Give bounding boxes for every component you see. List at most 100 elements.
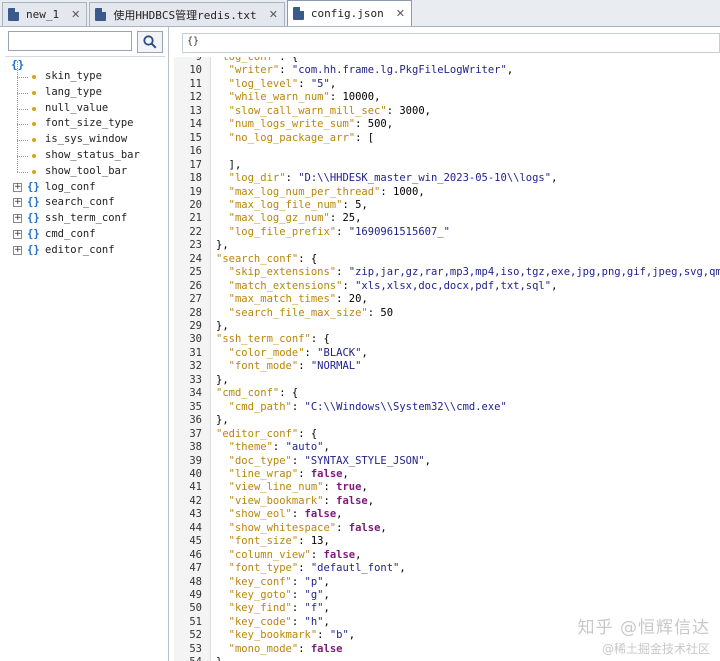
tree-guide (17, 77, 28, 78)
tree-search (8, 31, 163, 53)
line-number: 50 (189, 602, 202, 615)
code-token: , (361, 346, 368, 359)
code-token: , (355, 548, 362, 561)
code-text: "cmd_path": "C:\\Windows\\System32\\cmd.… (216, 401, 507, 415)
code-text: "log_conf": { (216, 57, 298, 65)
expand-icon[interactable]: + (13, 214, 22, 224)
code-token: "num_logs_write_sum" (228, 118, 356, 131)
tree-leaf-null-value[interactable]: null_value (0, 92, 168, 117)
tree-leaf-show-tool-bar[interactable]: show_tool_bar (0, 155, 168, 180)
code-line: 47 "font_type": "defautl_font", (174, 562, 720, 576)
code-text: "max_log_file_num": 5, (216, 199, 368, 213)
code-token: "b" (329, 629, 349, 642)
code-line: 37 "editor_conf": { (174, 428, 720, 442)
code-text: }, (216, 320, 229, 334)
document-icon (292, 7, 304, 20)
code-token: "no_log_package_arr" (228, 131, 356, 144)
code-line: 32 "font_mode": "NORMAL" (174, 360, 720, 374)
code-token: false (323, 548, 356, 561)
close-icon[interactable]: ✕ (396, 7, 405, 20)
code-token: , (424, 454, 431, 467)
code-token: "max_match_times" (228, 293, 337, 306)
code-token: , (355, 212, 362, 225)
line-number: 23 (189, 239, 202, 252)
code-editor[interactable]: 9 "log_conf": {10 "writer": "com.hh.frame… (174, 57, 720, 661)
expand-icon[interactable]: + (13, 245, 22, 255)
code-token: "h" (304, 615, 324, 628)
tree-node-search-conf[interactable]: + {} search_conf (0, 195, 168, 211)
code-token: "log_file_prefix" (228, 225, 337, 238)
code-token: "slow_call_warn_mill_sec" (228, 104, 387, 117)
code-text: "key_goto": "g", (216, 589, 330, 603)
code-token: : { (310, 333, 330, 346)
code-text: "log_level": "5", (216, 78, 337, 92)
code-token: , (386, 118, 394, 131)
line-number: 15 (189, 131, 202, 144)
code-text: "column_view": false, (216, 548, 362, 563)
code-text: "show_whitespace": false, (216, 522, 387, 536)
expand-icon[interactable]: + (13, 230, 22, 239)
code-token: , (323, 535, 330, 548)
code-token: true (336, 481, 362, 494)
code-line: 20 "max_log_file_num": 5, (174, 199, 720, 213)
tree-node-label: ssh_term_conf (45, 212, 128, 225)
code-line: 30 "ssh_term_conf": { (174, 333, 720, 347)
code-line: 28 "search_file_max_size": 50 (174, 307, 720, 321)
watermark-line-1: 知乎 @恒辉信达 (577, 618, 710, 638)
tab-config-json[interactable]: config.json ✕ (286, 0, 412, 26)
code-token: , (361, 198, 368, 211)
code-text: } (216, 656, 222, 661)
line-number: 47 (189, 562, 202, 575)
search-button[interactable] (137, 31, 163, 53)
code-token: : (291, 454, 305, 467)
code-token: "key_bookmark" (228, 629, 318, 642)
line-number: 36 (189, 414, 202, 427)
tree-node-ssh-term-conf[interactable]: + {} ssh_term_conf (0, 211, 168, 227)
expand-icon[interactable]: + (13, 198, 22, 208)
code-token: "defautl_font" (310, 562, 400, 575)
code-token: : (298, 562, 311, 575)
leaf-value-icon (32, 122, 36, 127)
line-number: 43 (189, 508, 202, 521)
code-token: false (348, 521, 381, 534)
code-text: "key_conf": "p", (216, 576, 330, 590)
tree-search-input[interactable] (8, 31, 132, 51)
tree-node-cmd-conf[interactable]: + {} cmd_conf (0, 227, 168, 243)
code-line: 21 "max_log_gz_num": 25, (174, 212, 720, 226)
tree-leaf-is-sys-window[interactable]: is_sys_window (0, 124, 168, 148)
leaf-value-icon (32, 138, 36, 143)
close-icon[interactable]: ✕ (71, 8, 80, 21)
line-number: 53 (189, 642, 202, 655)
document-icon (95, 8, 107, 21)
tab-redis-txt[interactable]: 使用HHDBCS管理redis.txt ✕ (89, 2, 285, 26)
tree-node-log-conf[interactable]: + {} log_conf (0, 180, 168, 196)
tree-leaf-show-status-bar[interactable]: show_status_bar (0, 140, 168, 164)
code-text: "line_wrap": false, (216, 468, 349, 482)
code-token: : (323, 481, 337, 494)
code-text: "max_log_num_per_thread": 1000, (216, 186, 425, 200)
close-icon[interactable]: ✕ (269, 8, 278, 21)
tree-leaf-lang-type[interactable]: lang_type (0, 76, 168, 101)
code-token: "g" (304, 589, 324, 601)
tree-leaf-font-size-type[interactable]: font_size_type (0, 108, 168, 132)
line-number: 46 (189, 548, 202, 561)
code-text: "mono_mode": false (216, 643, 343, 657)
code-token: "key_goto" (228, 589, 292, 601)
code-token: 500 (367, 118, 387, 131)
tab-label: new_1 (26, 8, 60, 21)
code-token: 25 (342, 212, 356, 225)
code-token: "key_find" (228, 602, 292, 615)
code-token: "search_file_max_size" (228, 306, 368, 319)
tree-leaf-skin-type[interactable]: skin_type (0, 61, 168, 85)
code-token: "view_bookmark" (228, 494, 324, 507)
expand-icon[interactable]: + (13, 182, 22, 192)
tree-node-editor-conf[interactable]: + {} editor_conf (0, 243, 168, 259)
code-text: "color_mode": "BLACK", (216, 347, 368, 361)
tab-new-1[interactable]: new_1 ✕ (2, 2, 88, 26)
